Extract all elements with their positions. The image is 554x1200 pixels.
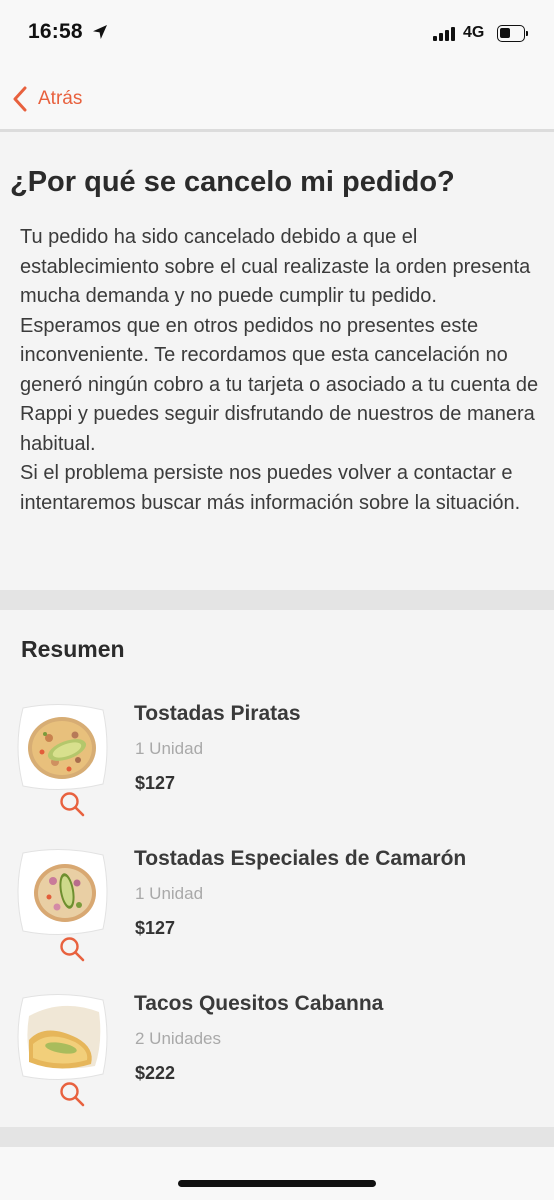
search-icon[interactable] [58,1080,86,1108]
tacos-quesitos-image[interactable] [15,992,109,1082]
section-divider [0,1127,554,1147]
item-quantity: 2 Unidades [135,1029,222,1048]
tostadas-piratas-image[interactable] [15,702,109,792]
status-time: 16:58 [28,20,83,43]
item-quantity: 1 Unidad [135,739,204,758]
item-price: $127 [135,773,176,793]
search-icon[interactable] [58,935,86,963]
item-name: Tostadas Especiales de Camarón [134,847,467,870]
order-item: Tacos Quesitos Cabanna 2 Unidades $222 [0,990,554,1115]
nav-divider [0,129,554,132]
order-item: Tostadas Piratas 1 Unidad $127 [0,700,554,825]
search-icon[interactable] [58,790,86,818]
network-label: 4G [463,24,485,41]
chevron-left-icon [13,86,27,112]
tostadas-especiales-image[interactable] [15,847,109,937]
nav-bar: Atrás [0,68,554,130]
home-area [0,1147,554,1200]
item-name: Tacos Quesitos Cabanna [134,992,384,1015]
summary-heading: Resumen [21,636,125,662]
section-divider [0,590,554,610]
home-indicator[interactable] [178,1180,376,1187]
item-price: $127 [135,918,176,938]
back-button[interactable]: Atrás [12,84,82,114]
cancellation-explanation: Tu pedido ha sido cancelado debido a que… [20,226,539,514]
page-title: ¿Por qué se cancelo mi pedido? [10,166,455,198]
battery-icon [497,25,528,42]
order-item: Tostadas Especiales de Camarón 1 Unidad … [0,845,554,970]
back-label: Atrás [38,88,83,109]
signal-icon [433,27,459,41]
status-bar: 16:58 4G [0,0,554,68]
location-arrow-icon [93,25,107,39]
item-name: Tostadas Piratas [134,702,301,725]
item-quantity: 1 Unidad [135,884,204,903]
item-price: $222 [135,1063,176,1083]
